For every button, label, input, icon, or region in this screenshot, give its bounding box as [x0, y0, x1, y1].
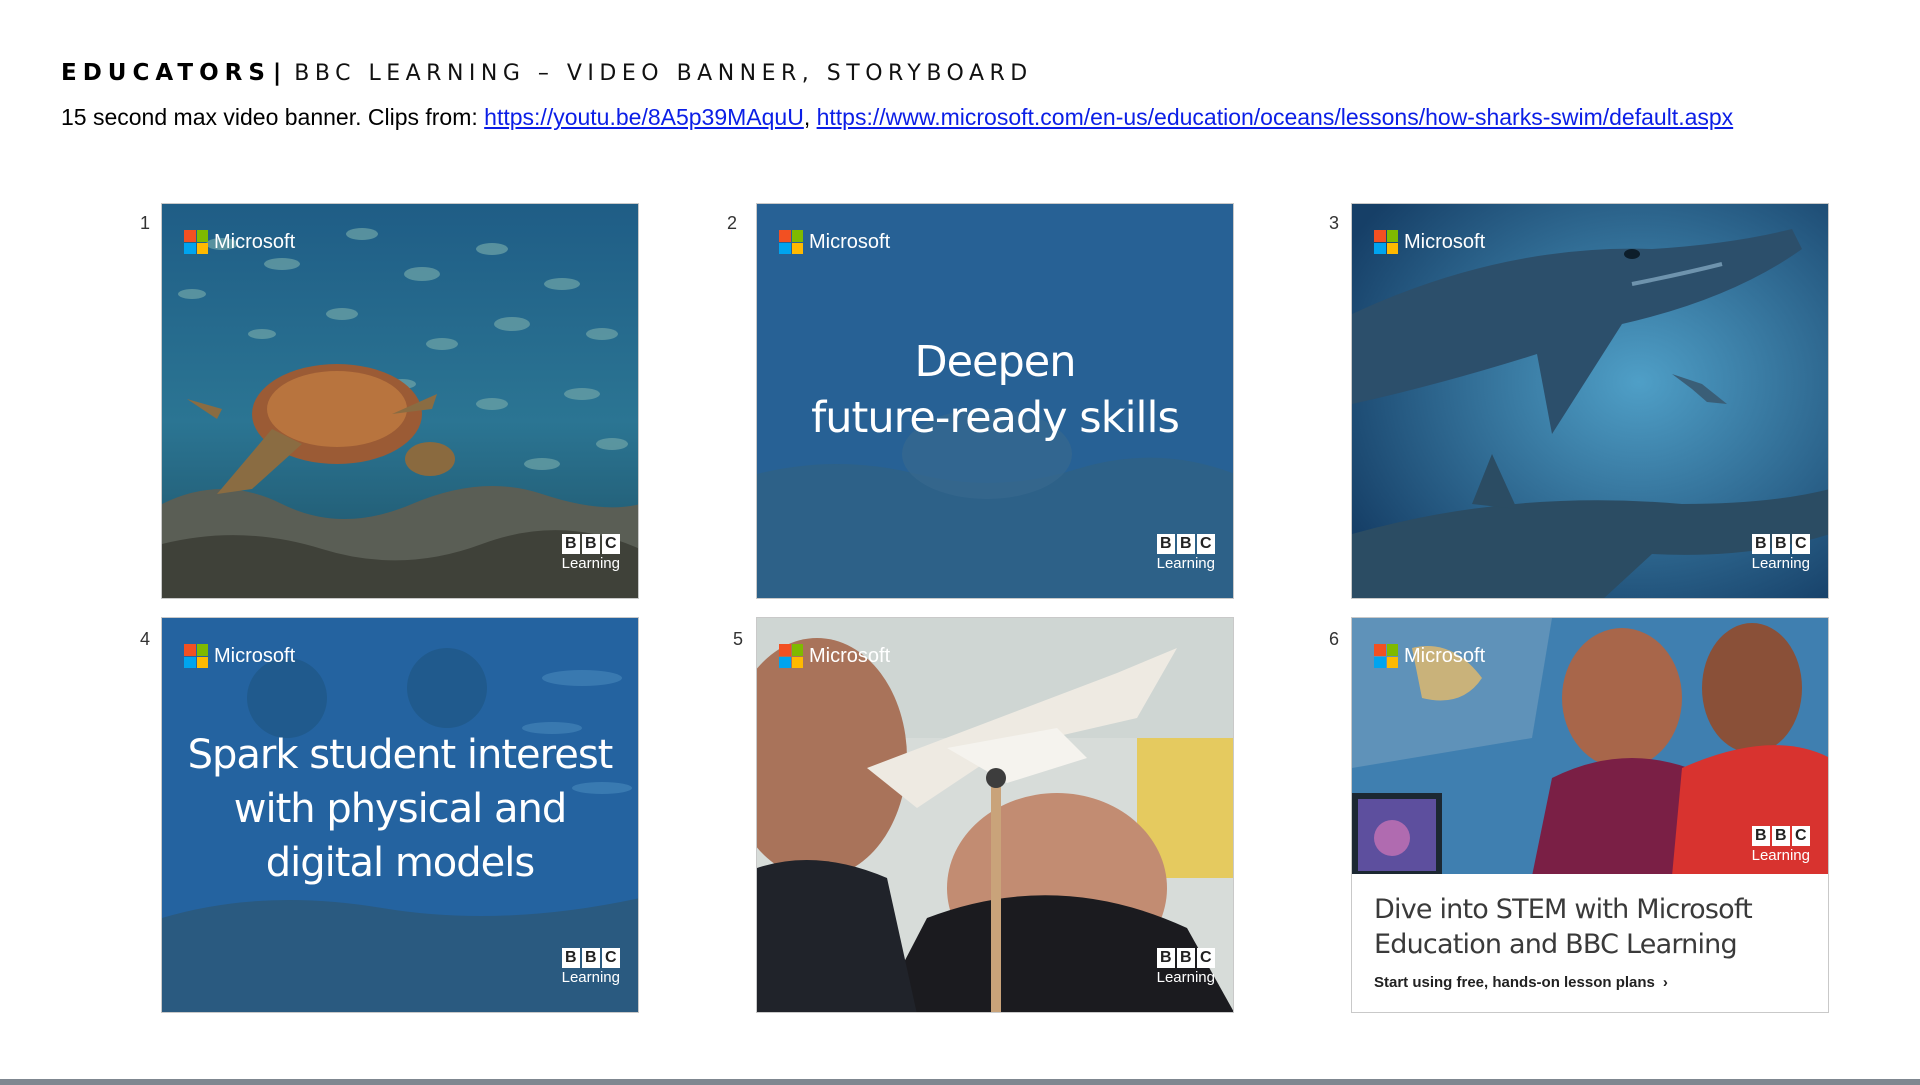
frame-number: 5 [733, 629, 744, 649]
frame-number: 2 [727, 213, 738, 233]
microsoft-logo: Microsoft [184, 230, 295, 254]
frame-6-headline: Dive into STEM with Microsoft Education … [1374, 892, 1753, 962]
bbc-learning-text: Learning [1751, 847, 1810, 864]
bbc-letter: B [561, 948, 580, 968]
slide-subtitle: 15 second max video banner. Clips from: … [61, 104, 1733, 131]
microsoft-logo: Microsoft [1374, 644, 1485, 668]
bbc-letter: C [1196, 534, 1215, 554]
bbc-learning-logo: BBC Learning [562, 948, 620, 986]
frame-number: 6 [1329, 629, 1340, 649]
headline-line: with physical and [233, 786, 568, 832]
frame-6-text-panel: Dive into STEM with Microsoft Education … [1352, 874, 1828, 1012]
youtube-link[interactable]: https://youtu.be/8A5p39MAquU [484, 104, 804, 130]
microsoft-wordmark: Microsoft [1404, 230, 1486, 253]
frame-number: 3 [1329, 213, 1340, 233]
microsoft-squares-icon [1374, 644, 1398, 668]
bbc-learning-text: Learning [561, 555, 620, 572]
bbc-letter: C [1791, 826, 1810, 846]
cta-label: Start using free, hands-on lesson plans [1374, 974, 1655, 991]
lesson-plans-cta[interactable]: Start using free, hands-on lesson plans › [1374, 974, 1668, 991]
bbc-letter: B [1156, 534, 1175, 554]
bbc-letter: C [601, 948, 620, 968]
headline-line: Education and BBC Learning [1374, 929, 1738, 960]
frame-2-headline: Deepen future-ready skills [757, 334, 1233, 446]
title-text: BBC LEARNING – VIDEO BANNER, STORYBOARD [294, 61, 1033, 86]
bbc-letter: B [1771, 534, 1790, 554]
microsoft-wordmark: Microsoft [809, 230, 891, 253]
chevron-right-icon: › [1662, 974, 1668, 991]
bbc-learning-text: Learning [1751, 555, 1810, 572]
headline-line: Spark student interest [187, 732, 614, 778]
storyboard-frame-3: Microsoft BBC Learning [1351, 203, 1829, 599]
bbc-letter: B [561, 534, 580, 554]
bbc-learning-logo: BBC Learning [1752, 826, 1810, 864]
title-separator: | [272, 60, 287, 86]
microsoft-logo: Microsoft [779, 230, 890, 254]
bbc-learning-logo: BBC Learning [1157, 534, 1215, 572]
bbc-letter: B [1751, 826, 1770, 846]
microsoft-link[interactable]: https://www.microsoft.com/en-us/educatio… [817, 104, 1734, 130]
microsoft-squares-icon [779, 230, 803, 254]
slide-header: EDUCATORS| BBC LEARNING – VIDEO BANNER, S… [61, 60, 1033, 86]
bbc-learning-logo: BBC Learning [562, 534, 620, 572]
storyboard-frame-2: Deepen future-ready skills Microsoft BBC… [756, 203, 1234, 599]
bbc-learning-logo: BBC Learning [1157, 948, 1215, 986]
bbc-learning-text: Learning [1156, 969, 1215, 986]
bbc-letter: B [1156, 948, 1175, 968]
bbc-letter: B [581, 534, 600, 554]
microsoft-squares-icon [1374, 230, 1398, 254]
bbc-learning-text: Learning [1156, 555, 1215, 572]
microsoft-wordmark: Microsoft [1404, 644, 1486, 667]
headline-line: future-ready skills [811, 393, 1180, 443]
microsoft-wordmark: Microsoft [809, 644, 891, 667]
storyboard-frame-5: Microsoft BBC Learning [756, 617, 1234, 1013]
microsoft-logo: Microsoft [184, 644, 295, 668]
microsoft-logo: Microsoft [1374, 230, 1485, 254]
frame-number: 1 [140, 213, 151, 233]
headline-line: Deepen [914, 337, 1076, 387]
bbc-letter: C [601, 534, 620, 554]
frame-4-headline: Spark student interest with physical and… [162, 728, 638, 890]
headline-line: Dive into STEM with Microsoft [1374, 894, 1753, 925]
slide-bottom-bar [0, 1079, 1920, 1085]
bbc-letter: B [1751, 534, 1770, 554]
slide-title: EDUCATORS| BBC LEARNING – VIDEO BANNER, S… [61, 60, 1033, 86]
microsoft-wordmark: Microsoft [214, 230, 296, 253]
bbc-letter: B [1771, 826, 1790, 846]
microsoft-squares-icon [779, 644, 803, 668]
bbc-letter: B [1176, 948, 1195, 968]
bbc-letter: B [1176, 534, 1195, 554]
link-comma: , [803, 104, 811, 130]
headline-line: digital models [265, 840, 535, 886]
bbc-letter: C [1196, 948, 1215, 968]
microsoft-logo: Microsoft [779, 644, 890, 668]
microsoft-squares-icon [184, 230, 208, 254]
microsoft-squares-icon [184, 644, 208, 668]
subtitle-text: 15 second max video banner. Clips from: [61, 104, 485, 130]
storyboard-frame-6: Dive into STEM with Microsoft Education … [1351, 617, 1829, 1013]
bbc-learning-text: Learning [561, 969, 620, 986]
bbc-learning-logo: BBC Learning [1752, 534, 1810, 572]
bbc-letter: C [1791, 534, 1810, 554]
bbc-letter: B [581, 948, 600, 968]
brand-label: EDUCATORS [61, 60, 271, 86]
frame-number: 4 [140, 629, 151, 649]
storyboard-frame-4: Spark student interest with physical and… [161, 617, 639, 1013]
microsoft-wordmark: Microsoft [214, 644, 296, 667]
storyboard-frame-1: Microsoft BBC Learning [161, 203, 639, 599]
